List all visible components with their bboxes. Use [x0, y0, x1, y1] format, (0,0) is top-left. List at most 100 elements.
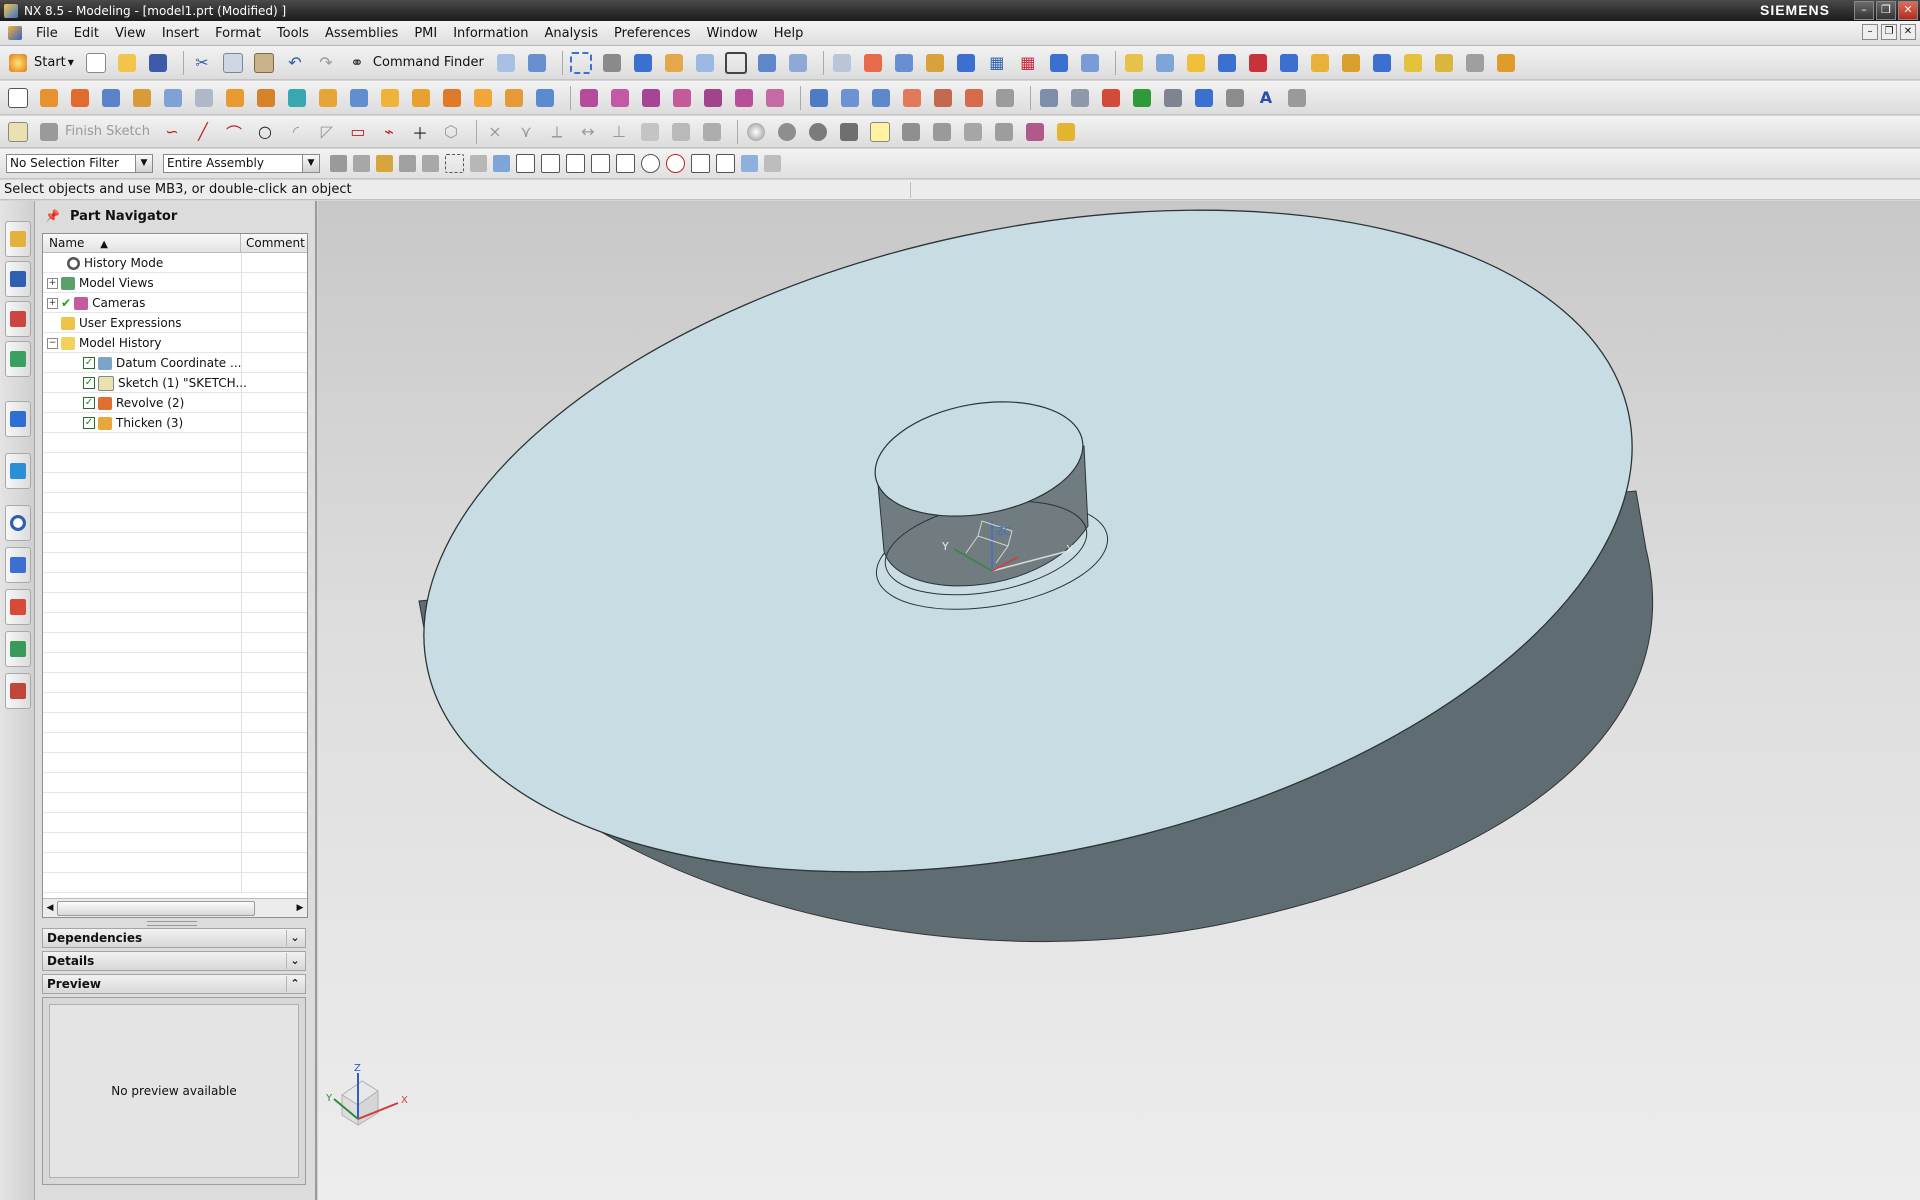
manufacturing-wizards-tab[interactable]: [5, 589, 31, 625]
light-icon[interactable]: [899, 120, 923, 144]
window-select-icon[interactable]: [445, 154, 464, 173]
circle-icon[interactable]: ○: [253, 120, 277, 144]
visibility-checkbox[interactable]: ✓: [83, 397, 95, 409]
menu-window[interactable]: Window: [699, 26, 766, 41]
constraint-navigator-tab[interactable]: [5, 261, 31, 297]
profile-icon[interactable]: ∽: [160, 120, 184, 144]
studio-icon[interactable]: [806, 120, 830, 144]
static-wireframe-icon[interactable]: [868, 120, 892, 144]
snap-arc-center-icon[interactable]: [641, 154, 660, 173]
snap-point-icon[interactable]: [892, 51, 916, 75]
quick-extend-icon[interactable]: ⋎: [514, 120, 538, 144]
part-navigator-tab[interactable]: [5, 301, 31, 337]
fillet-icon[interactable]: ◜: [284, 120, 308, 144]
cylinder-icon[interactable]: [192, 86, 216, 110]
minimize-window-button[interactable]: –: [1854, 1, 1874, 20]
offset-face-icon[interactable]: [471, 86, 495, 110]
offset-curve-icon[interactable]: ⬡: [439, 120, 463, 144]
solid-body-filter-icon[interactable]: [470, 155, 487, 172]
tree-row-model-history[interactable]: − Model History: [43, 333, 307, 353]
unite-icon[interactable]: [130, 86, 154, 110]
copy-icon[interactable]: [221, 51, 245, 75]
command-finder-button[interactable]: ⚭ Command Finder: [345, 51, 484, 75]
expand-icon[interactable]: +: [47, 297, 58, 309]
snap-existing-point-icon[interactable]: [691, 154, 710, 173]
orient-view-icon[interactable]: [600, 51, 624, 75]
bounded-plane-icon[interactable]: [931, 86, 955, 110]
menu-assemblies[interactable]: Assemblies: [317, 26, 406, 41]
paste-icon[interactable]: [252, 51, 276, 75]
grid-snap-icon[interactable]: ▦: [1016, 51, 1040, 75]
point-icon[interactable]: ＋: [408, 120, 432, 144]
reference-set-icon[interactable]: [1370, 51, 1394, 75]
selection-scope-dropdown[interactable]: Entire Assembly ▼: [163, 154, 320, 173]
panel-resize-handle[interactable]: [147, 921, 197, 926]
clipping-icon[interactable]: [786, 51, 810, 75]
snap-tangent-icon[interactable]: [616, 154, 635, 173]
make-corner-icon[interactable]: ⟂: [545, 120, 569, 144]
sync-relate-icon[interactable]: [763, 86, 787, 110]
snap-quadrant-icon[interactable]: [666, 154, 685, 173]
measure-icon[interactable]: [1463, 51, 1487, 75]
new-file-icon[interactable]: [84, 51, 108, 75]
chamfer-sketch-icon[interactable]: ◸: [315, 120, 339, 144]
draft-icon[interactable]: [347, 86, 371, 110]
sketch-task-icon[interactable]: [6, 120, 30, 144]
edge-selection-icon[interactable]: [422, 155, 439, 172]
scrollbar-thumb[interactable]: [57, 901, 255, 916]
edge-style-icon[interactable]: [662, 51, 686, 75]
feature-selection-icon[interactable]: [353, 155, 370, 172]
trim-body-icon[interactable]: [378, 86, 402, 110]
visibility-checkbox[interactable]: ✓: [83, 357, 95, 369]
layer-icon[interactable]: [1192, 86, 1216, 110]
assembly-navigator-tab[interactable]: [5, 221, 31, 257]
measure-angle-icon[interactable]: [1078, 51, 1102, 75]
annotation-icon[interactable]: A: [1254, 86, 1278, 110]
redo-icon[interactable]: ↷: [314, 51, 338, 75]
assembly-icon[interactable]: [1122, 51, 1146, 75]
sew-icon[interactable]: [533, 86, 557, 110]
shaded-icon[interactable]: [775, 120, 799, 144]
extrude-icon[interactable]: [37, 86, 61, 110]
tree-row-thicken[interactable]: ✓ Thicken (3): [43, 413, 307, 433]
sync-offset-region-icon[interactable]: [701, 86, 725, 110]
document-minimize-button[interactable]: –: [1862, 24, 1878, 40]
body-selection-icon[interactable]: [376, 155, 393, 172]
add-component-icon[interactable]: [1184, 51, 1208, 75]
body-icon[interactable]: [1161, 86, 1185, 110]
face-selection-icon[interactable]: [399, 155, 416, 172]
wave-icon[interactable]: [1308, 51, 1332, 75]
cut-icon[interactable]: ✂: [190, 51, 214, 75]
mirror-icon[interactable]: [440, 86, 464, 110]
menu-tools[interactable]: Tools: [269, 26, 317, 41]
pattern-icon[interactable]: [409, 86, 433, 110]
view-orient-icon[interactable]: [494, 51, 518, 75]
collapse-icon[interactable]: −: [47, 337, 58, 349]
section-view-icon[interactable]: [755, 51, 779, 75]
subtract-icon[interactable]: [161, 86, 185, 110]
menu-insert[interactable]: Insert: [154, 26, 207, 41]
clone-icon[interactable]: [1494, 51, 1518, 75]
open-folder-icon[interactable]: [115, 51, 139, 75]
sync-move-face-icon[interactable]: [577, 86, 601, 110]
hole-icon[interactable]: [99, 86, 123, 110]
name-column-header[interactable]: Name ▲: [43, 234, 241, 252]
shell-icon[interactable]: [316, 86, 340, 110]
surface-swept-icon[interactable]: [869, 86, 893, 110]
history-tab[interactable]: [5, 505, 31, 541]
menu-edit[interactable]: Edit: [66, 26, 107, 41]
tree-row-sketch[interactable]: ✓ Sketch (1) "SKETCH...: [43, 373, 307, 393]
general-selection-icon[interactable]: [330, 155, 347, 172]
snap-control-point-icon[interactable]: [566, 154, 585, 173]
polygon-icon[interactable]: ⌁: [377, 120, 401, 144]
snap-on-face-icon[interactable]: [741, 155, 758, 172]
menu-pmi[interactable]: PMI: [406, 26, 445, 41]
snap-end-point-icon[interactable]: [516, 154, 535, 173]
quick-trim-icon[interactable]: ⨯: [483, 120, 507, 144]
comment-column-header[interactable]: Comment: [241, 234, 305, 252]
background-display-icon[interactable]: [930, 120, 954, 144]
graphics-window[interactable]: ZC Y X Z X Y: [318, 201, 1920, 1200]
start-button[interactable]: Start ▼: [6, 51, 74, 75]
dependencies-panel-header[interactable]: Dependencies ⌄: [42, 928, 306, 948]
finish-sketch-button[interactable]: Finish Sketch: [37, 120, 150, 144]
